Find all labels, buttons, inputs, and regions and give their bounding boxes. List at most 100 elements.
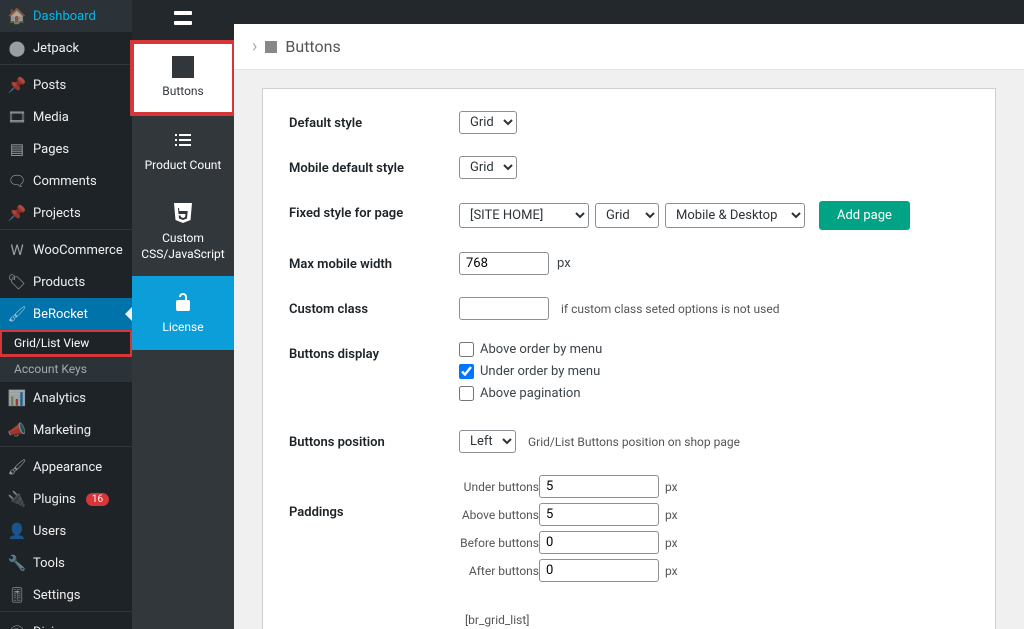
sidebar-item-media[interactable]: 🎞Media	[0, 101, 132, 133]
tab-custom-css[interactable]: Custom CSS/JavaScript	[132, 187, 234, 276]
label: Buttons	[136, 84, 230, 100]
sidebar-item-divi[interactable]: ⒹDivi	[0, 616, 132, 629]
label: Jetpack	[33, 41, 79, 56]
plugin-tabs: Buttons Product Count Custom CSS/JavaScr…	[132, 0, 234, 629]
main-area: › Buttons Default style Grid Mobile defa…	[234, 0, 1024, 629]
settings-panel: Default style Grid Mobile default style …	[262, 88, 996, 629]
tab-buttons[interactable]: Buttons	[132, 42, 234, 114]
sidebar-item-posts[interactable]: 📌 Posts	[0, 69, 132, 101]
sidebar-item-berocket[interactable]: 🖌BeRocket	[0, 298, 132, 330]
label: Pages	[33, 142, 69, 157]
sidebar-item-jetpack[interactable]: ⬤ Jetpack	[0, 32, 132, 64]
fixed-view-select[interactable]: Grid	[595, 203, 659, 228]
gauge-icon: 🏠	[8, 7, 26, 25]
label: Analytics	[33, 391, 86, 406]
label: BeRocket	[33, 307, 88, 322]
unit: px	[665, 480, 678, 494]
label: Marketing	[33, 423, 91, 438]
sidebar-item-products[interactable]: 🏷Products	[0, 266, 132, 298]
tab-license[interactable]: License	[132, 276, 234, 350]
page-icon: ▤	[8, 140, 26, 158]
row-custom-class: Custom class if custom class seted optio…	[289, 297, 969, 320]
pad-above-input[interactable]	[539, 503, 659, 526]
display-above-order-checkbox[interactable]	[459, 342, 474, 357]
sidebar-item-appearance[interactable]: 🖌Appearance	[0, 451, 132, 483]
label: Max mobile width	[289, 252, 459, 272]
label: Projects	[33, 206, 81, 221]
label: Tools	[33, 556, 65, 571]
row-fixed-style: Fixed style for page [SITE HOME] Grid Mo…	[289, 201, 969, 230]
sidebar-sub-gridlist[interactable]: Grid/List View	[0, 330, 132, 356]
sidebar-item-plugins[interactable]: 🔌Plugins16	[0, 483, 132, 515]
sidebar-item-marketing[interactable]: 📣 Marketing	[0, 414, 132, 446]
pad-before-input[interactable]	[539, 531, 659, 554]
chevron-right-icon: ›	[252, 36, 257, 57]
sidebar-item-users[interactable]: 👤Users	[0, 515, 132, 547]
fixed-device-select[interactable]: Mobile & Desktop	[665, 203, 805, 228]
max-mobile-input[interactable]	[459, 252, 549, 275]
buttons-position-select[interactable]: Left	[459, 430, 516, 453]
tab-product-count[interactable]: Product Count	[132, 114, 234, 188]
jetpack-icon: ⬤	[8, 39, 26, 57]
unit: px	[665, 536, 678, 550]
label: Custom class	[289, 297, 459, 317]
sidebar-item-woocommerce[interactable]: WWooCommerce	[0, 234, 132, 266]
custom-class-input[interactable]	[459, 297, 549, 320]
label: WooCommerce	[33, 243, 123, 258]
label: Product Count	[136, 158, 230, 174]
sidebar-item-analytics[interactable]: 📊Analytics	[0, 382, 132, 414]
label: Comments	[33, 174, 97, 189]
shortcode-tag: [br_grid_list]	[465, 613, 529, 627]
divi-icon: Ⓓ	[8, 623, 26, 629]
sidebar-item-pages[interactable]: ▤ Pages	[0, 133, 132, 165]
unlock-icon	[171, 290, 195, 314]
label: Posts	[33, 78, 66, 93]
breadcrumb-title: Buttons	[285, 37, 340, 56]
label: Fixed style for page	[289, 201, 459, 221]
label: License	[136, 320, 230, 336]
row-shortcode: Shortcode [br_grid_list] title - Title b…	[289, 609, 969, 629]
default-style-select[interactable]: Grid	[459, 111, 517, 134]
display-under-order-checkbox[interactable]	[459, 364, 474, 379]
row-buttons-display: Buttons display Above order by menu Unde…	[289, 342, 969, 408]
label: Shortcode	[289, 609, 459, 629]
sidebar-item-projects[interactable]: 📌 Projects	[0, 197, 132, 229]
pad-label: Before buttons	[459, 536, 539, 550]
sidebar-item-comments[interactable]: 🗨 Comments	[0, 165, 132, 197]
fixed-site-select[interactable]: [SITE HOME]	[459, 203, 589, 228]
css-icon	[171, 201, 195, 225]
pad-under-input[interactable]	[539, 475, 659, 498]
square-icon	[172, 56, 194, 78]
mobile-default-style-select[interactable]: Grid	[459, 156, 517, 179]
label: Media	[33, 110, 69, 125]
label: Products	[33, 275, 85, 290]
sidebar-item-dashboard[interactable]: 🏠Dashboard	[0, 0, 132, 32]
megaphone-icon: 📣	[8, 421, 26, 439]
sidebar-item-settings[interactable]: 🎚Settings	[0, 579, 132, 611]
label: Account Keys	[14, 362, 87, 376]
pad-after-input[interactable]	[539, 559, 659, 582]
hint: Grid/List Buttons position on shop page	[528, 435, 740, 449]
unit: px	[665, 564, 678, 578]
wp-admin-sidebar: 🏠Dashboard ⬤ Jetpack 📌 Posts 🎞Media ▤ Pages…	[0, 0, 132, 629]
settings-icon	[171, 6, 195, 30]
label: Default style	[289, 111, 459, 131]
sliders-icon: 🎚	[8, 586, 26, 604]
plug-icon: 🔌	[8, 490, 26, 508]
label: Paddings	[289, 475, 459, 520]
row-default-style: Default style Grid	[289, 111, 969, 134]
pin-icon: 📌	[8, 204, 26, 222]
display-above-pagination-checkbox[interactable]	[459, 386, 474, 401]
topbar	[234, 0, 1024, 24]
pad-label: Under buttons	[459, 480, 539, 494]
pin-icon: 📌	[8, 76, 26, 94]
comment-icon: 🗨	[8, 172, 26, 190]
label: Appearance	[33, 460, 102, 475]
user-icon: 👤	[8, 522, 26, 540]
sidebar-item-tools[interactable]: 🔧Tools	[0, 547, 132, 579]
add-page-button[interactable]: Add page	[819, 201, 910, 230]
sidebar-sub-accountkeys[interactable]: Account Keys	[0, 356, 132, 382]
square-icon	[265, 41, 277, 53]
row-buttons-position: Buttons position Left Grid/List Buttons …	[289, 430, 969, 453]
row-max-mobile: Max mobile width px	[289, 252, 969, 275]
